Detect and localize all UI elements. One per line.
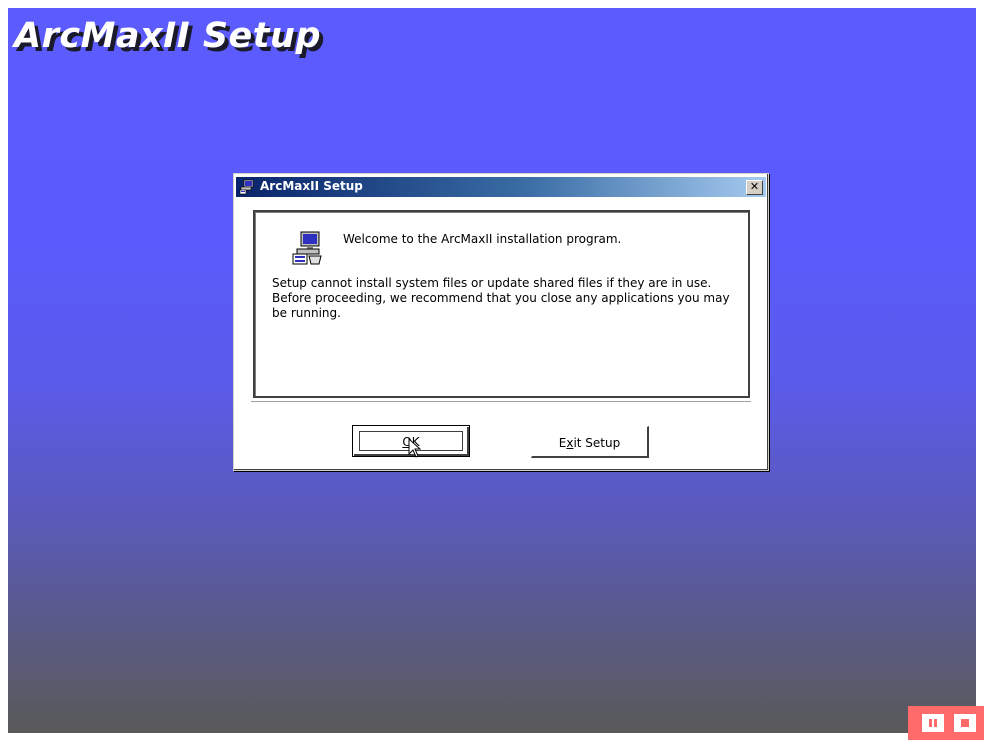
mouse-cursor-icon — [408, 438, 422, 458]
divider — [251, 401, 751, 403]
dialog-title: ArcMaxII Setup — [260, 179, 363, 193]
exit-setup-button[interactable]: Exit Setup — [531, 426, 649, 458]
playback-controls — [908, 706, 984, 740]
setup-computer-icon — [292, 231, 322, 265]
setup-background: ArcMaxII Setup ArcMaxII Setup ✕ Welcome … — [8, 8, 976, 733]
setup-banner-title: ArcMaxII Setup — [14, 16, 321, 56]
setup-computer-icon — [239, 179, 254, 195]
warning-message: Setup cannot install system files or upd… — [272, 276, 730, 320]
stop-icon[interactable] — [954, 714, 976, 732]
message-panel: Welcome to the ArcMaxII installation pro… — [253, 210, 750, 398]
close-button[interactable]: ✕ — [746, 180, 763, 195]
dialog-titlebar[interactable]: ArcMaxII Setup ✕ — [236, 177, 766, 197]
pause-icon[interactable] — [922, 714, 944, 732]
setup-dialog: ArcMaxII Setup ✕ Welcome to the ArcMaxII… — [233, 173, 769, 471]
close-icon: ✕ — [749, 180, 760, 193]
welcome-message: Welcome to the ArcMaxII installation pro… — [343, 232, 622, 246]
